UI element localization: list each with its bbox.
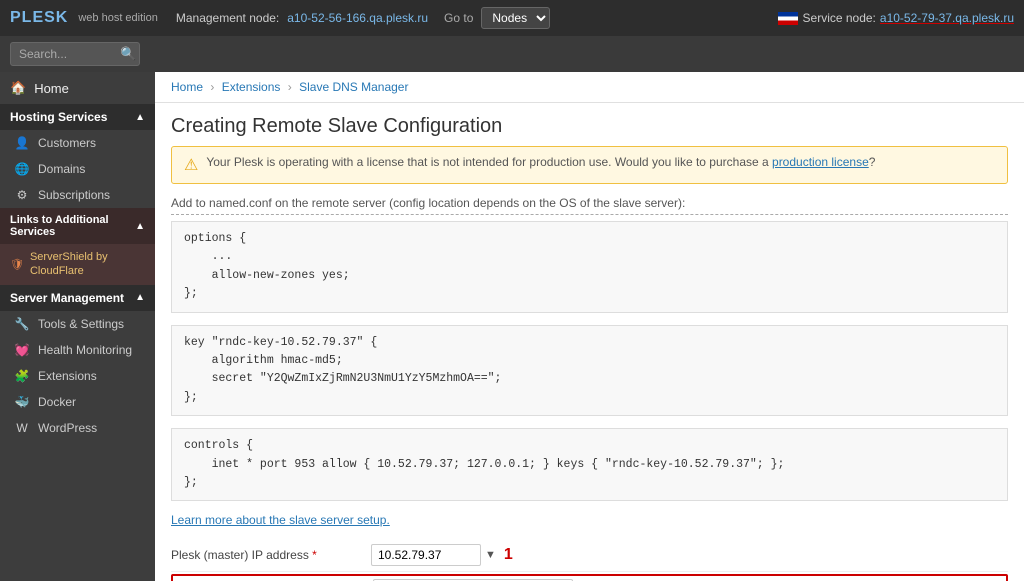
breadcrumb-slave-dns[interactable]: Slave DNS Manager xyxy=(299,80,408,94)
annotation-1: 1 xyxy=(504,546,513,564)
sidebar-item-docker[interactable]: 🐳 Docker xyxy=(0,389,155,415)
breadcrumb-extensions[interactable]: Extensions xyxy=(222,80,281,94)
sidebar-item-servershield[interactable]: 🛡 ServerShield by CloudFlare xyxy=(0,244,155,285)
subscriptions-icon: ⚙ xyxy=(14,188,30,202)
sidebar-item-customers[interactable]: 👤 Customers xyxy=(0,130,155,156)
topbar-right: Service node: a10-52-79-37.qa.plesk.ru xyxy=(778,11,1014,25)
breadcrumb-sep1: › xyxy=(210,80,214,94)
learn-more-link[interactable]: Learn more about the slave server setup. xyxy=(171,513,390,527)
sidebar-item-domains[interactable]: 🌐 Domains xyxy=(0,156,155,182)
form-area: Plesk (master) IP address * ▼ 1 Slave DN… xyxy=(171,539,1008,581)
sidebar-item-tools[interactable]: 🔧 Tools & Settings xyxy=(0,311,155,337)
code-block-3: controls { inet * port 953 allow { 10.52… xyxy=(171,428,1008,501)
service-label: Service node: xyxy=(803,11,876,25)
content-area: Home › Extensions › Slave DNS Manager Cr… xyxy=(155,72,1024,581)
service-node-link[interactable]: a10-52-79-37.qa.plesk.ru xyxy=(880,11,1014,25)
hosting-chevron-icon: ▲ xyxy=(135,112,145,123)
warning-text: Your Plesk is operating with a license t… xyxy=(206,155,772,169)
warning-banner: ⚠ Your Plesk is operating with a license… xyxy=(171,146,1008,184)
topbar-left: plesk web host edition Management node: … xyxy=(10,7,550,29)
docker-icon: 🐳 xyxy=(14,395,30,409)
warning-end: ? xyxy=(869,155,876,169)
domains-icon: 🌐 xyxy=(14,162,30,176)
goto-label: Go to xyxy=(444,11,473,25)
sidebar-home[interactable]: 🏠 Home xyxy=(0,72,155,104)
master-ip-label: Plesk (master) IP address * xyxy=(171,548,371,562)
code-block-2: key "rndc-key-10.52.79.37" { algorithm h… xyxy=(171,325,1008,417)
learn-more: Learn more about the slave server setup. xyxy=(171,513,1008,527)
searchbar: 🔍 xyxy=(0,36,1024,72)
breadcrumb: Home › Extensions › Slave DNS Manager xyxy=(155,72,1024,103)
plesk-logo: plesk web host edition xyxy=(10,9,158,27)
customers-icon: 👤 xyxy=(14,136,30,150)
home-icon: 🏠 xyxy=(10,80,26,96)
main-layout: 🏠 Home Hosting Services ▲ 👤 Customers 🌐 … xyxy=(0,72,1024,581)
server-mgmt-chevron-icon: ▲ xyxy=(135,292,145,303)
extensions-icon: 🧩 xyxy=(14,369,30,383)
master-ip-input[interactable] xyxy=(371,544,481,566)
links-chevron-icon: ▲ xyxy=(135,221,145,232)
health-icon: 💓 xyxy=(14,343,30,357)
topbar: plesk web host edition Management node: … xyxy=(0,0,1024,36)
links-header[interactable]: Links to Additional Services ▲ xyxy=(0,208,155,244)
hosting-services-header[interactable]: Hosting Services ▲ xyxy=(0,104,155,130)
code-block-1: options { ... allow-new-zones yes; }; xyxy=(171,221,1008,313)
sidebar-item-extensions[interactable]: 🧩 Extensions xyxy=(0,363,155,389)
sidebar-item-wordpress[interactable]: W WordPress xyxy=(0,415,155,441)
nodes-select[interactable]: Nodes xyxy=(481,7,550,29)
sidebar-item-health[interactable]: 💓 Health Monitoring xyxy=(0,337,155,363)
production-license-link[interactable]: production license xyxy=(772,155,869,169)
mgmt-node-link[interactable]: a10-52-56-166.qa.plesk.ru xyxy=(287,11,428,25)
slave-dns-row: Slave DNS IP address * xyxy=(171,574,1008,581)
page-title: Creating Remote Slave Configuration xyxy=(155,103,1024,146)
servershield-icon: 🛡 xyxy=(10,258,24,271)
home-label: Home xyxy=(34,81,69,96)
server-mgmt-header[interactable]: Server Management ▲ xyxy=(0,285,155,311)
sidebar: 🏠 Home Hosting Services ▲ 👤 Customers 🌐 … xyxy=(0,72,155,581)
flag-icon xyxy=(778,12,798,25)
breadcrumb-home[interactable]: Home xyxy=(171,80,203,94)
mgmt-label: Management node: xyxy=(176,11,279,25)
master-ip-dropdown-icon[interactable]: ▼ xyxy=(485,549,496,561)
master-ip-row: Plesk (master) IP address * ▼ 1 xyxy=(171,539,1008,572)
breadcrumb-sep2: › xyxy=(288,80,292,94)
sidebar-item-subscriptions[interactable]: ⚙ Subscriptions xyxy=(0,182,155,208)
config-label: Add to named.conf on the remote server (… xyxy=(171,196,1008,215)
search-icon[interactable]: 🔍 xyxy=(120,46,136,62)
master-ip-control: ▼ xyxy=(371,544,496,566)
warning-icon: ⚠ xyxy=(184,155,198,175)
tools-icon: 🔧 xyxy=(14,317,30,331)
wordpress-icon: W xyxy=(14,421,30,435)
